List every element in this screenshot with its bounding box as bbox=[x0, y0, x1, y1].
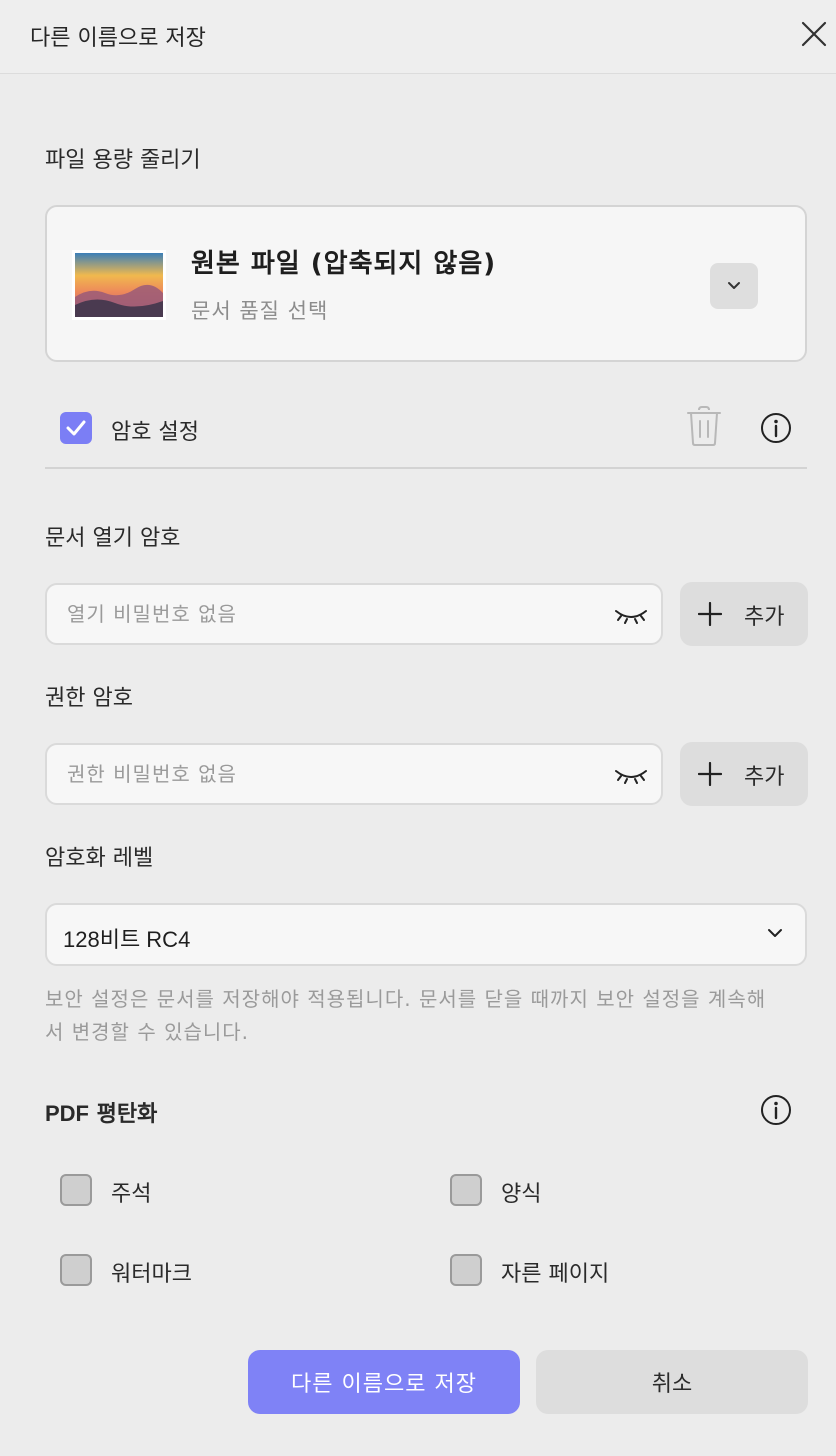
flatten-watermark-checkbox[interactable] bbox=[60, 1254, 92, 1286]
security-note: 보안 설정은 문서를 저장해야 적용됩니다. 문서를 닫을 때까지 보안 설정을… bbox=[45, 987, 767, 1044]
password-checkbox-label: 암호 설정 bbox=[111, 420, 199, 445]
add-open-password-button[interactable]: 추가 bbox=[680, 582, 808, 646]
encryption-level-value: 128비트 RC4 bbox=[63, 927, 191, 952]
password-checkbox[interactable] bbox=[60, 412, 92, 444]
password-info-icon[interactable] bbox=[760, 412, 792, 444]
checkmark-icon bbox=[66, 420, 86, 436]
quality-dropdown-button[interactable] bbox=[710, 263, 758, 309]
add-permission-password-label: 추가 bbox=[744, 765, 785, 790]
add-permission-password-button[interactable]: 추가 bbox=[680, 742, 808, 806]
landscape-thumbnail-icon bbox=[75, 253, 163, 317]
flatten-annotations-label: 주석 bbox=[111, 1182, 152, 1207]
flatten-forms-label: 양식 bbox=[501, 1182, 542, 1207]
eye-closed-icon[interactable] bbox=[613, 603, 649, 627]
open-password-label: 문서 열기 암호 bbox=[45, 526, 181, 551]
quality-option-title: 원본 파일 (압축되지 않음) bbox=[191, 249, 497, 279]
plus-icon bbox=[698, 762, 722, 786]
flatten-label-suffix: 평탄화 bbox=[89, 1102, 158, 1127]
close-icon bbox=[801, 21, 827, 47]
compression-label: 파일 용량 줄리기 bbox=[45, 148, 201, 173]
permission-password-field[interactable] bbox=[45, 743, 663, 805]
encryption-level-label: 암호화 레벨 bbox=[45, 846, 154, 871]
flatten-cropped-pages-checkbox[interactable] bbox=[450, 1254, 482, 1286]
close-button[interactable] bbox=[796, 16, 832, 52]
quality-selector[interactable]: 원본 파일 (압축되지 않음) 문서 품질 선택 bbox=[45, 205, 807, 362]
flatten-info-icon[interactable] bbox=[760, 1094, 792, 1126]
flatten-label-prefix: PDF bbox=[45, 1101, 89, 1126]
encryption-level-select[interactable]: 128비트 RC4 bbox=[45, 903, 807, 966]
dialog-title: 다른 이름으로 저장 bbox=[30, 26, 206, 51]
chevron-down-icon bbox=[728, 282, 740, 289]
flatten-forms-checkbox[interactable] bbox=[450, 1174, 482, 1206]
flatten-annotations-checkbox[interactable] bbox=[60, 1174, 92, 1206]
open-password-field[interactable] bbox=[45, 583, 663, 645]
flatten-watermark-label: 워터마크 bbox=[111, 1262, 192, 1287]
add-open-password-label: 추가 bbox=[744, 605, 785, 630]
dialog-titlebar: 다른 이름으로 저장 bbox=[0, 0, 836, 74]
permission-password-label: 권한 암호 bbox=[45, 686, 133, 711]
plus-icon bbox=[698, 602, 722, 626]
flatten-cropped-pages-label: 자른 페이지 bbox=[501, 1262, 610, 1287]
chevron-down-icon bbox=[768, 929, 782, 937]
permission-password-input[interactable] bbox=[67, 745, 597, 803]
open-password-input[interactable] bbox=[67, 585, 597, 643]
section-divider bbox=[45, 467, 807, 469]
quality-thumbnail bbox=[72, 250, 166, 320]
trash-icon[interactable] bbox=[686, 405, 722, 447]
save-as-button[interactable]: 다른 이름으로 저장 bbox=[248, 1350, 520, 1414]
flatten-label: PDF 평탄화 bbox=[45, 1096, 157, 1128]
cancel-button[interactable]: 취소 bbox=[536, 1350, 808, 1414]
eye-closed-icon[interactable] bbox=[613, 763, 649, 787]
quality-option-subtitle: 문서 품질 선택 bbox=[191, 299, 329, 323]
